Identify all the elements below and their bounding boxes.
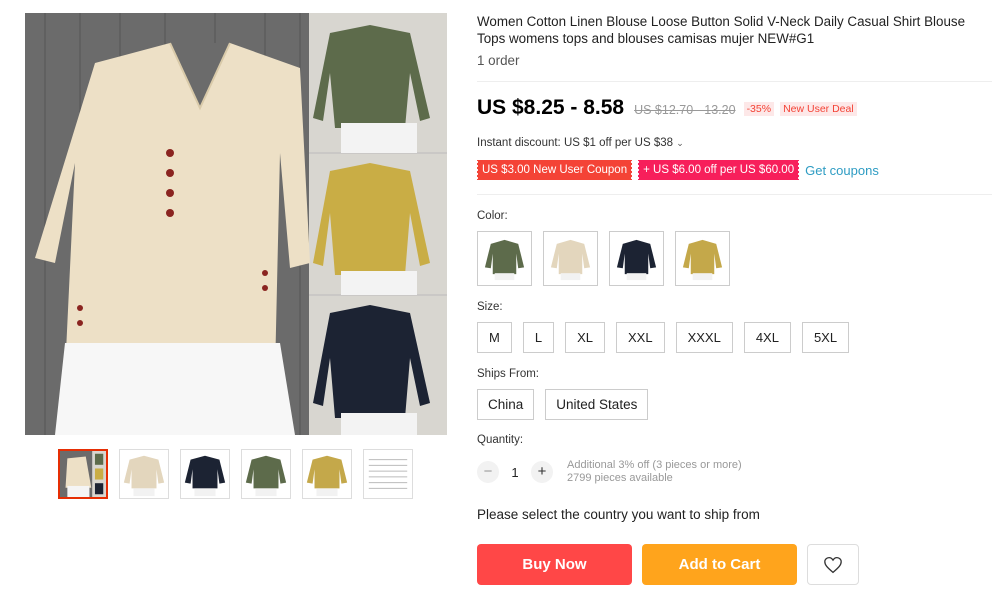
color-option-yellow[interactable] [675,231,730,286]
color-option-navy[interactable] [609,231,664,286]
ships-from-options: China United States [477,389,649,420]
product-photo [25,13,447,435]
main-product-image[interactable] [25,13,447,435]
thumbnail-2[interactable] [119,449,169,499]
divider [477,81,992,82]
original-price: US $12.70 - 13.20 [634,103,736,117]
new-user-deal-badge: New User Deal [780,102,857,116]
heart-icon [824,556,842,573]
size-option-xl[interactable]: XL [565,322,605,353]
discount-badge: -35% [743,102,775,116]
color-label: Color: [477,210,508,222]
quantity-label: Quantity: [477,434,524,446]
ships-from-china[interactable]: China [477,389,535,420]
quantity-increase-button[interactable]: + [531,461,553,483]
instant-discount[interactable]: Instant discount: US $1 off per US $38 ⌄ [477,137,684,149]
thumbnail-3[interactable] [180,449,230,499]
store-coupon[interactable]: + US $6.00 off per US $60.00 [637,160,801,180]
color-options [477,231,730,286]
get-coupons-link[interactable]: Get coupons [805,163,879,178]
size-option-xxxl[interactable]: XXXL [675,322,733,353]
quantity-stepper: − 1 + Additional 3% off (3 pieces or mor… [477,459,742,485]
size-option-xxl[interactable]: XXL [615,322,665,353]
quantity-decrease-button[interactable]: − [477,461,499,483]
thumbnail-4[interactable] [241,449,291,499]
divider [477,194,992,195]
ships-from-united-states[interactable]: United States [545,389,649,420]
instant-discount-text: Instant discount: US $1 off per US $38 [477,137,674,149]
buy-now-button[interactable]: Buy Now [477,544,632,585]
stock-available-text: 2799 pieces available [567,472,673,484]
wishlist-button[interactable] [807,544,859,585]
current-price: US $8.25 - 8.58 [477,96,625,119]
thumbnail-6-size-chart[interactable] [363,449,413,499]
size-options: M L XL XXL XXXL 4XL 5XL [477,322,850,353]
thumbnail-strip [58,449,413,499]
action-buttons: Buy Now Add to Cart [477,544,859,585]
size-option-l[interactable]: L [522,322,555,353]
size-option-4xl[interactable]: 4XL [743,322,791,353]
order-count: 1 order [477,53,520,68]
color-option-army-green[interactable] [477,231,532,286]
color-option-beige[interactable] [543,231,598,286]
add-to-cart-button[interactable]: Add to Cart [642,544,797,585]
coupon-row: US $3.00 New User Coupon + US $6.00 off … [475,160,879,180]
quantity-info: Additional 3% off (3 pieces or more) 279… [567,459,742,485]
size-option-5xl[interactable]: 5XL [801,322,850,353]
size-option-m[interactable]: M [477,322,512,353]
size-label: Size: [477,301,503,313]
chevron-down-icon: ⌄ [676,138,684,148]
quantity-input[interactable]: 1 [499,465,531,480]
new-user-coupon[interactable]: US $3.00 New User Coupon [475,160,634,180]
thumbnail-5[interactable] [302,449,352,499]
ship-country-message: Please select the country you want to sh… [477,507,760,522]
thumbnail-1[interactable] [58,449,108,499]
ships-from-label: Ships From: [477,368,539,380]
price-row: US $8.25 - 8.58 US $12.70 - 13.20 -35% N… [477,96,857,120]
product-title: Women Cotton Linen Blouse Loose Button S… [477,14,966,46]
bulk-discount-text: Additional 3% off (3 pieces or more) [567,459,742,471]
